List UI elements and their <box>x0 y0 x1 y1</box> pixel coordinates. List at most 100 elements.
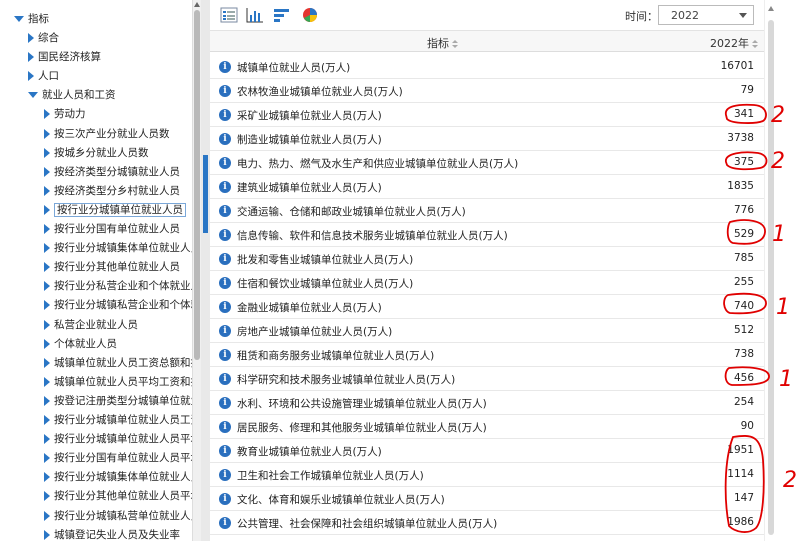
tree-item[interactable]: 按行业分城镇私营企业和个体就 <box>44 296 192 315</box>
table-row[interactable]: i 教育业城镇单位就业人员(万人) 1951 <box>210 439 764 463</box>
info-icon[interactable]: i <box>219 397 231 409</box>
table-row[interactable]: i 水利、环境和公共设施管理业城镇单位就业人员(万人) 254 <box>210 391 764 415</box>
table-row[interactable]: i 公共管理、社会保障和社会组织城镇单位就业人员(万人) 1986 <box>210 511 764 535</box>
tree-item[interactable]: 按行业分城镇单位就业人员工资 <box>44 411 192 430</box>
table-row[interactable]: i 科学研究和技术服务业城镇单位就业人员(万人) 456 <box>210 367 764 391</box>
info-icon[interactable]: i <box>219 469 231 481</box>
table-scrollbar[interactable] <box>764 0 776 541</box>
tree-item[interactable]: 按行业分私营企业和个体就业人 <box>44 277 192 296</box>
expand-icon[interactable] <box>44 166 50 177</box>
expand-icon[interactable] <box>44 529 50 540</box>
tree-item[interactable]: 综合 <box>28 29 59 48</box>
expand-icon[interactable] <box>44 243 50 254</box>
tree-scrollbar[interactable] <box>192 0 201 541</box>
tree-item[interactable]: 按登记注册类型分城镇单位就业 <box>44 392 192 411</box>
pie-chart-icon[interactable] <box>301 7 319 23</box>
info-icon[interactable]: i <box>219 85 231 97</box>
tree-item[interactable]: 就业人员和工资 <box>28 86 116 105</box>
table-row[interactable]: i 房地产业城镇单位就业人员(万人) 512 <box>210 319 764 343</box>
info-icon[interactable]: i <box>219 277 231 289</box>
table-view-icon[interactable] <box>220 7 238 23</box>
info-icon[interactable]: i <box>219 253 231 265</box>
year-column-header[interactable]: 2022年 <box>710 35 758 51</box>
tree-root[interactable]: 指标 <box>14 10 49 29</box>
table-row[interactable]: i 文化、体育和娱乐业城镇单位就业人员(万人) 147 <box>210 487 764 511</box>
info-icon[interactable]: i <box>219 325 231 337</box>
tree-item[interactable]: 按行业分其他单位就业人员 <box>44 258 180 277</box>
collapse-icon[interactable] <box>14 16 24 22</box>
scroll-up-icon[interactable] <box>194 2 200 7</box>
table-row[interactable]: i 金融业城镇单位就业人员(万人) 740 <box>210 295 764 319</box>
info-icon[interactable]: i <box>219 109 231 121</box>
tree-item[interactable]: 按经济类型分城镇就业人员 <box>44 163 180 182</box>
tree-item[interactable]: 按行业分城镇私营单位就业人员 <box>44 507 192 526</box>
tree-item[interactable]: 私营企业就业人员 <box>44 316 138 335</box>
table-row[interactable]: i 批发和零售业城镇单位就业人员(万人) 785 <box>210 247 764 271</box>
year-select[interactable]: 2022 <box>658 5 754 25</box>
expand-icon[interactable] <box>44 109 50 120</box>
tree-item[interactable]: 国民经济核算 <box>28 48 101 67</box>
info-icon[interactable]: i <box>219 421 231 433</box>
info-icon[interactable]: i <box>219 373 231 385</box>
tree-item[interactable]: 按经济类型分乡村就业人员 <box>44 182 180 201</box>
tree-item[interactable]: 按三次产业分就业人员数 <box>44 125 170 144</box>
tree-item[interactable]: 按行业分国有单位就业人员 <box>44 220 180 239</box>
table-row[interactable]: i 农林牧渔业城镇单位就业人员(万人) 79 <box>210 79 764 103</box>
expand-icon[interactable] <box>44 128 50 139</box>
sort-icon[interactable] <box>752 39 758 49</box>
tree-item[interactable]: 按行业分城镇集体单位就业人员 <box>44 468 192 487</box>
expand-icon[interactable] <box>28 52 34 63</box>
tree-item[interactable]: 劳动力 <box>44 105 86 124</box>
scroll-up-icon[interactable] <box>768 6 774 11</box>
expand-icon[interactable] <box>44 262 50 273</box>
expand-icon[interactable] <box>44 472 50 483</box>
expand-icon[interactable] <box>44 395 50 406</box>
info-icon[interactable]: i <box>219 229 231 241</box>
info-icon[interactable]: i <box>219 61 231 73</box>
table-row[interactable]: i 建筑业城镇单位就业人员(万人) 1835 <box>210 175 764 199</box>
expand-icon[interactable] <box>44 147 50 158</box>
info-icon[interactable]: i <box>219 133 231 145</box>
table-row[interactable]: i 卫生和社会工作城镇单位就业人员(万人) 1114 <box>210 463 764 487</box>
expand-icon[interactable] <box>44 357 50 368</box>
sort-icon[interactable] <box>452 39 458 49</box>
info-icon[interactable]: i <box>219 205 231 217</box>
expand-icon[interactable] <box>44 415 50 425</box>
expand-icon[interactable] <box>44 300 50 311</box>
table-row[interactable]: i 制造业城镇单位就业人员(万人) 3738 <box>210 127 764 151</box>
expand-icon[interactable] <box>44 204 50 215</box>
chevron-down-icon[interactable] <box>739 13 747 18</box>
table-row[interactable]: i 城镇单位就业人员(万人) 16701 <box>210 55 764 79</box>
tree-item[interactable]: 人口 <box>28 67 59 86</box>
tree-item[interactable]: 城镇登记失业人员及失业率 <box>44 526 180 541</box>
collapse-icon[interactable] <box>28 92 38 99</box>
tree-item[interactable]: 城镇单位就业人员平均工资和指 <box>44 373 192 392</box>
expand-icon[interactable] <box>44 185 50 196</box>
tree-item[interactable]: 按城乡分就业人员数 <box>44 144 149 163</box>
indicator-column-header[interactable]: 指标 <box>427 35 458 51</box>
tree-item[interactable]: 按行业分城镇集体单位就业人员 <box>44 239 192 258</box>
expand-icon[interactable] <box>44 510 50 521</box>
info-icon[interactable]: i <box>219 493 231 505</box>
expand-icon[interactable] <box>28 71 34 82</box>
expand-icon[interactable] <box>44 376 50 387</box>
tree-scrollbar-thumb[interactable] <box>194 10 200 360</box>
info-icon[interactable]: i <box>219 517 231 529</box>
bar-chart-icon[interactable] <box>246 7 264 23</box>
table-row[interactable]: i 租赁和商务服务业城镇单位就业人员(万人) 738 <box>210 343 764 367</box>
pane-splitter[interactable] <box>201 0 210 541</box>
info-icon[interactable]: i <box>219 157 231 169</box>
expand-icon[interactable] <box>44 224 50 234</box>
expand-icon[interactable] <box>44 319 50 330</box>
tree-item[interactable]: 按行业分国有单位就业人员平均 <box>44 449 192 468</box>
expand-icon[interactable] <box>44 281 50 292</box>
info-icon[interactable]: i <box>219 181 231 193</box>
expand-icon[interactable] <box>44 491 50 502</box>
tree-item[interactable]: 个体就业人员 <box>44 335 117 354</box>
tree-item[interactable]: 按行业分其他单位就业人员平均 <box>44 487 192 506</box>
expand-icon[interactable] <box>44 338 50 349</box>
splitter-handle[interactable] <box>203 155 208 233</box>
tree-item[interactable]: 城镇单位就业人员工资总额和指 <box>44 354 192 373</box>
table-row[interactable]: i 采矿业城镇单位就业人员(万人) 341 <box>210 103 764 127</box>
expand-icon[interactable] <box>28 33 34 43</box>
